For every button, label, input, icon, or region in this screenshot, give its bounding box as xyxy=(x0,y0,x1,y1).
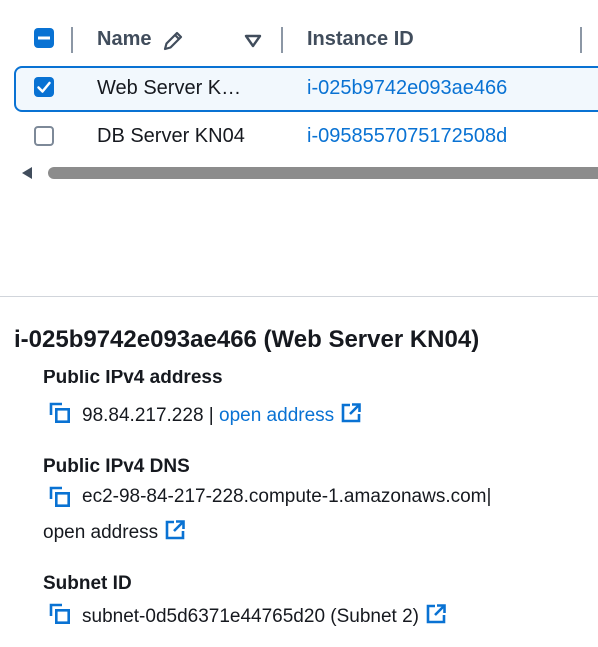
public-dns-open-address-link[interactable]: open address xyxy=(43,519,186,544)
public-ipv4-open-address-link[interactable]: open address xyxy=(219,403,362,426)
subnet-id-label: Subnet ID xyxy=(43,573,132,594)
details-title: i-025b9742e093ae466 (Web Server KN04) xyxy=(14,326,480,353)
indeterminate-checkbox-icon xyxy=(38,36,50,40)
column-separator xyxy=(71,27,73,53)
checkbox-checked-icon xyxy=(37,81,51,93)
column-header-instance-id[interactable]: Instance ID xyxy=(307,28,414,51)
column-header-name[interactable]: Name xyxy=(97,28,151,51)
open-address-label: open address xyxy=(219,405,335,426)
subnet-id-value: subnet-0d5d6371e44765d20 (Subnet 2) xyxy=(82,606,420,627)
edit-pencil-icon[interactable] xyxy=(160,28,186,54)
open-address-label: open address xyxy=(43,522,159,543)
external-link-icon xyxy=(165,520,185,540)
public-dns-label: Public IPv4 DNS xyxy=(43,456,190,477)
instance-name-cell: Web Server K… xyxy=(97,77,242,99)
instance-name-cell: DB Server KN04 xyxy=(97,125,245,147)
public-ipv4-value-line: 98.84.217.228 | open address xyxy=(82,402,362,427)
details-scroll-area: Public IPv4 address 98.84.217.228 | open… xyxy=(0,370,598,647)
public-ipv4-value: 98.84.217.228 xyxy=(82,405,204,426)
scroll-left-arrow-icon[interactable] xyxy=(22,167,32,179)
public-ipv4-label: Public IPv4 address xyxy=(43,370,223,388)
column-separator[interactable] xyxy=(580,27,582,53)
public-dns-value-line: ec2-98-84-217-228.compute-1.amazonaws.co… xyxy=(82,486,491,508)
column-header-instance-id-label: Instance ID xyxy=(307,28,414,50)
copy-icon[interactable] xyxy=(48,602,72,626)
row-checkbox-unchecked[interactable] xyxy=(34,126,54,146)
instance-id-link[interactable]: i-0958557075172508d xyxy=(307,125,507,148)
select-all-checkbox[interactable] xyxy=(34,28,54,48)
external-link-icon xyxy=(426,604,446,624)
public-dns-value: ec2-98-84-217-228.compute-1.amazonaws.co… xyxy=(82,486,487,507)
panel-divider[interactable] xyxy=(0,296,598,297)
column-separator[interactable] xyxy=(281,27,283,53)
subnet-id-link[interactable]: subnet-0d5d6371e44765d20 (Subnet 2) xyxy=(82,603,447,628)
copy-icon[interactable] xyxy=(48,485,72,509)
separator: | xyxy=(486,486,492,507)
external-link-icon xyxy=(341,403,361,423)
separator: | xyxy=(208,405,214,426)
column-header-name-label: Name xyxy=(97,28,152,50)
copy-icon[interactable] xyxy=(48,401,72,425)
sort-caret-icon[interactable] xyxy=(244,33,262,49)
instance-id-link[interactable]: i-025b9742e093ae466 xyxy=(307,77,507,100)
horizontal-scrollbar[interactable] xyxy=(48,167,598,179)
row-checkbox-checked[interactable] xyxy=(34,77,54,97)
